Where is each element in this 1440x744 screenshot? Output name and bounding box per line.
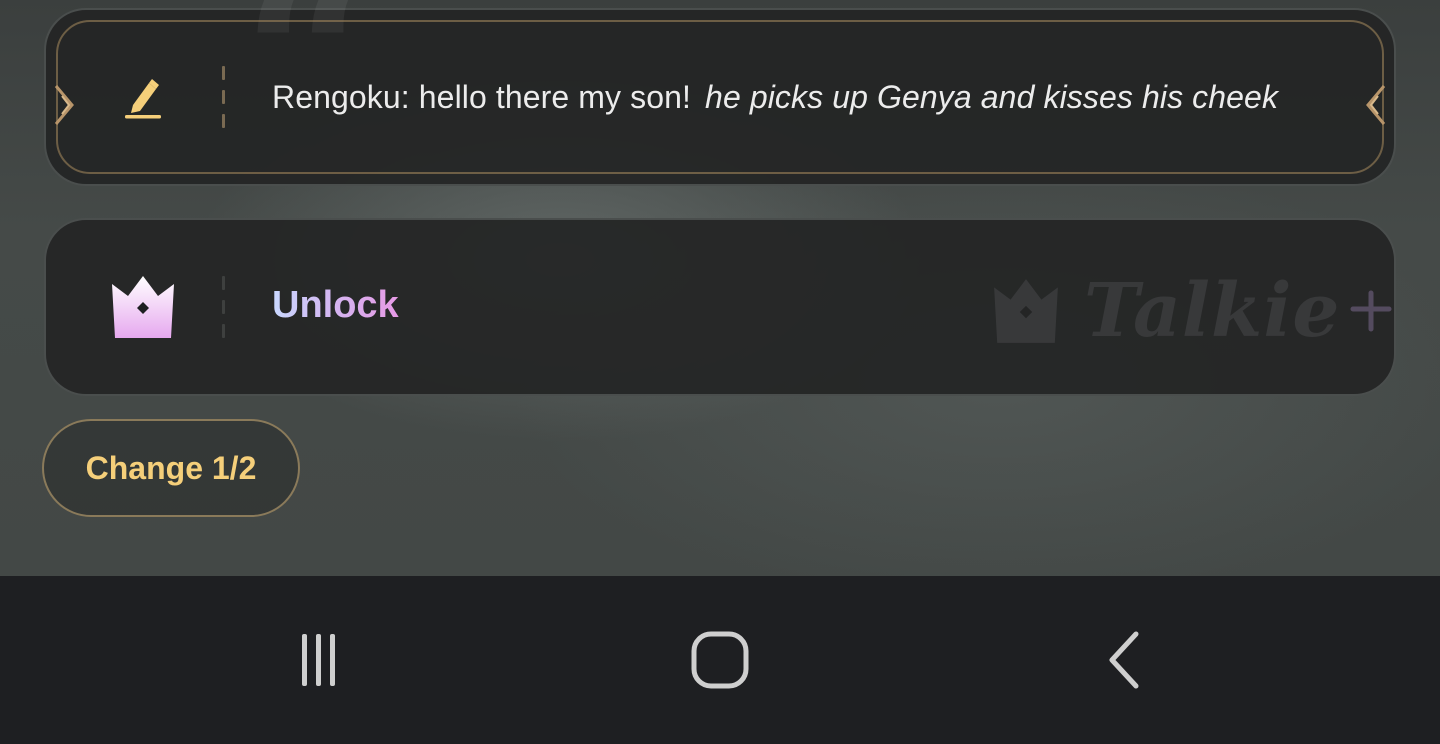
crown-icon	[112, 276, 174, 338]
home-button[interactable]	[680, 620, 760, 700]
crown-badge	[106, 270, 180, 344]
home-icon	[691, 631, 749, 689]
reply-message-text: Rengoku: hello there my son! he picks up …	[272, 79, 1278, 116]
back-button[interactable]	[1086, 620, 1166, 700]
watermark-crown-icon	[994, 279, 1058, 343]
speaker-line: Rengoku: hello there my son!	[272, 79, 692, 115]
recents-button[interactable]	[278, 620, 358, 700]
frame-left-ornament	[54, 85, 74, 125]
reply-option-card[interactable]: “ Rengoku: hello there my son! he picks u…	[44, 0, 1396, 186]
plus-sparkle-icon	[1350, 290, 1392, 332]
edit-button[interactable]	[106, 60, 180, 134]
card-divider	[222, 276, 226, 340]
change-button[interactable]: Change 1/2	[42, 419, 300, 517]
talkie-plus-watermark: Talkie	[990, 266, 1393, 356]
unlock-label: Unlock	[272, 284, 399, 326]
watermark-text: Talkie	[1084, 268, 1341, 354]
frame-right-ornament	[1366, 85, 1386, 125]
recents-icon	[302, 634, 335, 686]
unlock-card[interactable]: Unlock Talkie	[44, 218, 1396, 396]
back-icon	[1109, 631, 1139, 689]
action-line: he picks up Genya and kisses his cheek	[705, 79, 1279, 115]
pencil-edit-icon	[125, 79, 161, 119]
card-divider	[222, 66, 226, 130]
